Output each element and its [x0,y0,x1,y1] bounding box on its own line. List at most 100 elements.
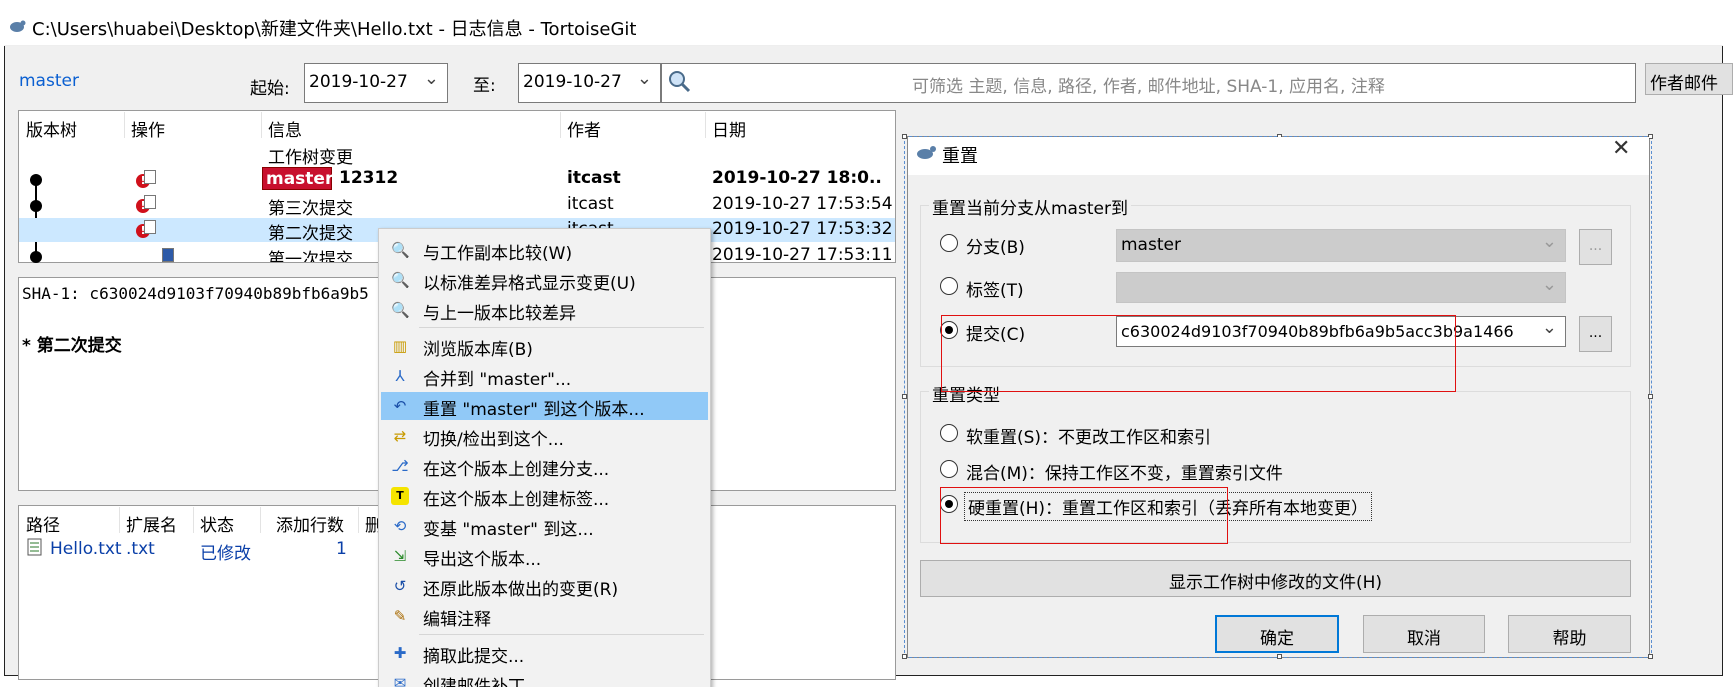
menu-switch-checkout[interactable]: ⇄ 切换/检出到这个... [381,422,708,450]
col-divider [560,112,561,138]
row-message[interactable]: 12312 [339,168,398,188]
filter-placeholder: 可筛选 主题, 信息, 路径, 作者, 邮件地址, SHA-1, 应用名, 注释 [912,77,1385,97]
dialog-title: 重置 [942,146,978,167]
col-message[interactable]: 信息 [268,116,302,141]
soft-reset-label[interactable]: 软重置(S)：不更改工作区和索引 [966,423,1211,448]
menu-cherry-pick[interactable]: ✚ 摘取此提交... [381,639,708,667]
menu-revert-changes[interactable]: ↺ 还原此版本做出的变更(R) [381,572,708,600]
file-icon [144,220,156,234]
file-icon [144,195,156,209]
edit-notes-icon: ✎ [393,607,407,625]
show-working-tree-changes-button[interactable]: 显示工作树中修改的文件(H) [920,560,1631,597]
resize-handle[interactable] [1648,394,1653,399]
menu-compare-previous[interactable]: 🔍 与上一版本比较差异 [381,296,708,324]
menu-rebase-master[interactable]: ⟲ 变基 "master" 到这... [381,512,708,540]
tag-radio[interactable] [940,277,958,295]
working-tree-row[interactable]: 工作树变更 [268,143,353,168]
row-date[interactable]: 2019-10-27 17:53:11 [712,245,892,262]
text-file-icon [27,538,42,556]
row-date[interactable]: 2019-10-27 17:53:54 [712,194,893,214]
help-button[interactable]: 帮助 [1508,615,1631,653]
tag-select[interactable]: ⌄ [1116,272,1566,303]
col-author[interactable]: 作者 [567,116,601,141]
menu-show-unified-diff[interactable]: 🔍 以标准差异格式显示变更(U) [381,266,708,294]
col-lines-added[interactable]: 添加行数 [276,511,344,536]
mixed-reset-radio[interactable] [940,460,958,478]
row-author[interactable]: itcast [567,194,614,214]
mixed-reset-label[interactable]: 混合(M)：保持工作区不变，重置索引文件 [966,459,1283,484]
commit-browse-button[interactable]: ... [1579,316,1612,352]
from-date-picker[interactable]: 2019-10-27 ⌄ [304,63,448,103]
resize-handle[interactable] [902,134,907,139]
menu-reset-master[interactable]: ↶ 重置 "master" 到这个版本... [381,392,708,420]
merge-icon: ⅄ [395,367,405,385]
col-divider [358,507,359,533]
cancel-button[interactable]: 取消 [1363,615,1485,653]
resize-handle[interactable] [1648,654,1653,659]
col-path[interactable]: 路径 [26,511,60,536]
row-message[interactable]: 第三次提交 [268,194,353,219]
menu-item-label: 创建邮件补丁 [423,677,525,687]
commit-annotation-box [941,315,1456,392]
menu-merge-to-master[interactable]: ⅄ 合并到 "master"... [381,362,708,390]
reset-icon: ↶ [393,397,407,415]
menu-item-label: 在这个版本上创建分支... [423,460,610,480]
menu-item-label: 以标准差异格式显示变更(U) [423,274,636,294]
col-status[interactable]: 状态 [200,511,234,536]
resize-handle[interactable] [902,394,907,399]
col-date[interactable]: 日期 [712,116,746,141]
branch-link[interactable]: master [19,71,79,91]
close-icon[interactable]: ✕ [1612,136,1630,161]
branch-radio[interactable] [940,234,958,252]
soft-reset-radio[interactable] [940,424,958,442]
col-divider [119,507,120,533]
magnifier-icon: 🔍 [391,271,410,289]
row-message[interactable]: 第一次提交 [268,245,353,262]
row-message[interactable]: 第二次提交 [268,219,353,244]
graph-node [30,174,42,186]
to-date-value: 2019-10-27 [523,72,622,92]
menu-separator [419,634,704,635]
col-divider [193,507,194,533]
file-extension: .txt [126,539,155,559]
branch-browse-button[interactable]: ... [1579,229,1612,265]
col-actions[interactable]: 操作 [131,116,165,141]
file-lines-added: 1 [336,539,347,559]
magnifier-icon: 🔍 [391,241,410,259]
menu-create-tag[interactable]: T 在这个版本上创建标签... [381,482,708,510]
menu-edit-notes[interactable]: ✎ 编辑注释 [381,602,708,630]
menu-create-branch[interactable]: ⎇ 在这个版本上创建分支... [381,452,708,480]
branch-select[interactable]: master ⌄ [1116,229,1566,262]
file-path[interactable]: Hello.txt [50,539,122,559]
tag-radio-label[interactable]: 标签(T) [966,276,1024,301]
branch-radio-label[interactable]: 分支(B) [966,233,1025,258]
repo-browser-icon: ▥ [392,337,408,355]
hard-reset-annotation-box [940,487,1228,544]
menu-create-patch[interactable]: ✉ 创建邮件补丁 [381,669,708,687]
rebase-icon: ⟲ [393,517,407,535]
to-date-picker[interactable]: 2019-10-27 ⌄ [518,63,661,103]
row-author[interactable]: itcast [567,168,621,188]
to-label: 至: [473,76,496,96]
resize-handle[interactable] [902,654,907,659]
menu-item-label: 导出这个版本... [423,550,542,570]
menu-separator [419,327,704,328]
menu-export-version[interactable]: ⇲ 导出这个版本... [381,542,708,570]
ok-button[interactable]: 确定 [1215,615,1339,653]
context-menu: 🔍 与工作副本比较(W) 🔍 以标准差异格式显示变更(U) 🔍 与上一版本比较差异 ▥… [378,228,711,687]
search-icon[interactable] [666,68,694,96]
menu-compare-working-copy[interactable]: 🔍 与工作副本比较(W) [381,236,708,264]
cherry-pick-icon: ✚ [393,644,407,662]
resize-handle[interactable] [1277,654,1282,659]
filter-input[interactable]: 可筛选 主题, 信息, 路径, 作者, 邮件地址, SHA-1, 应用名, 注释 [661,63,1636,103]
chevron-down-icon: ⌄ [636,68,652,89]
add-file-icon [162,248,174,262]
col-extension[interactable]: 扩展名 [126,511,177,536]
menu-item-label: 摘取此提交... [423,647,525,667]
author-email-button[interactable]: 作者邮件 [1645,63,1733,95]
row-date[interactable]: 2019-10-27 17:53:32 [712,219,893,239]
menu-browse-repository[interactable]: ▥ 浏览版本库(B) [381,332,708,360]
export-icon: ⇲ [393,547,407,565]
row-date[interactable]: 2019-10-27 18:0... [712,168,882,188]
col-graph[interactable]: 版本树 [26,116,77,141]
